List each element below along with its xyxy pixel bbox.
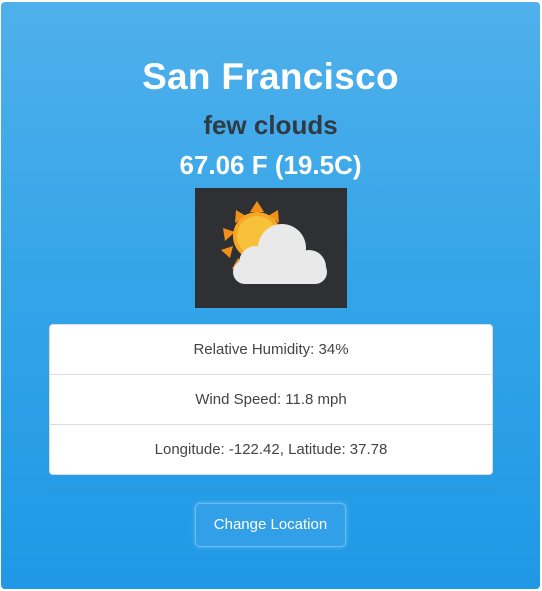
weather-condition: few clouds — [203, 110, 338, 140]
partly-cloudy-day-icon — [195, 188, 347, 308]
weather-card: San Francisco few clouds 67.06 F (19.5C) — [1, 2, 540, 589]
temperature: 67.06 F (19.5C) — [179, 150, 362, 180]
divider — [49, 489, 493, 490]
city-name: San Francisco — [142, 56, 399, 97]
coordinates-row: Longitude: -122.42, Latitude: 37.78 — [154, 441, 388, 458]
weather-details-list: Relative Humidity: 34% Wind Speed: 11.8 … — [49, 324, 493, 475]
wind-speed-row: Wind Speed: 11.8 mph — [50, 375, 492, 425]
change-location-button[interactable]: Change Location — [195, 503, 346, 547]
humidity-row: Relative Humidity: 34% — [50, 325, 492, 375]
